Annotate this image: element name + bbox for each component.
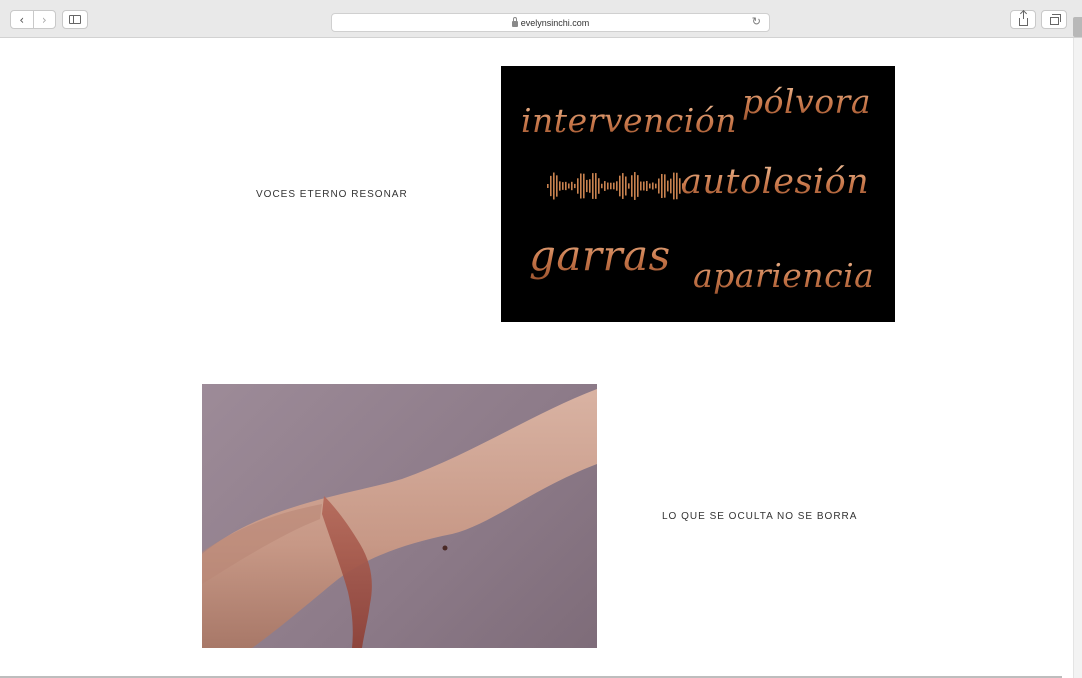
url-text: evelynsinchi.com xyxy=(520,17,590,28)
share-icon xyxy=(1018,10,1028,26)
word-text: pólvora xyxy=(742,82,872,121)
sidebar-toggle-button[interactable] xyxy=(62,10,88,29)
chevron-right-icon: › xyxy=(41,12,47,27)
back-button[interactable]: ‹ xyxy=(11,11,33,28)
word-text: autolesión xyxy=(681,162,870,202)
chevron-left-icon: ‹ xyxy=(19,12,25,27)
address-bar[interactable]: evelynsinchi.com ↻ xyxy=(331,13,770,32)
window-edge xyxy=(1073,17,1082,37)
sound-wave-icon xyxy=(547,172,684,200)
section-caption: VOCES ETERNO RESONAR xyxy=(256,189,408,200)
word-text: garras xyxy=(529,231,671,280)
reload-icon[interactable]: ↻ xyxy=(752,15,761,28)
word-text: apariencia xyxy=(693,256,875,295)
word-text: intervención xyxy=(521,101,737,140)
share-button[interactable] xyxy=(1010,10,1036,29)
section-caption: LO QUE SE OCULTA NO SE BORRA xyxy=(662,511,858,522)
tabs-overview-button[interactable] xyxy=(1041,10,1067,29)
nav-buttons: ‹ › xyxy=(10,10,56,29)
scrollbar[interactable] xyxy=(1073,38,1082,678)
lock-icon xyxy=(511,16,518,27)
tabs-icon xyxy=(1049,13,1061,25)
wrist-photo xyxy=(202,384,597,648)
browser-toolbar: ‹ › evelynsinchi.com ↻ xyxy=(0,0,1082,38)
words-image: intervención pólvora autolesión garras a… xyxy=(501,66,895,322)
forward-button[interactable]: › xyxy=(32,11,56,28)
sidebar-icon xyxy=(69,15,81,24)
